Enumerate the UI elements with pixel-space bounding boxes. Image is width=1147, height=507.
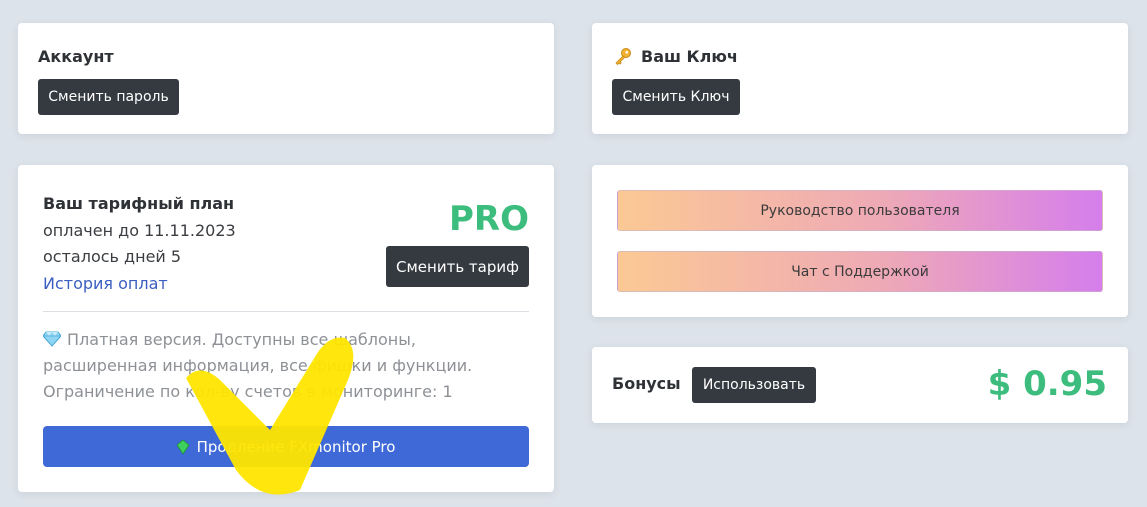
support-chat-button[interactable]: Чат с Поддержкой bbox=[617, 251, 1103, 292]
change-password-button[interactable]: Сменить пароль bbox=[38, 79, 179, 115]
links-card: Руководство пользователя Чат с Поддержко… bbox=[592, 165, 1128, 317]
plan-card: Ваш тарифный план оплачен до 11.11.2023 … bbox=[18, 165, 554, 492]
plan-description: Платная версия. Доступны все шаблоны, ра… bbox=[42, 327, 521, 405]
key-card: Ваш Ключ Сменить Ключ bbox=[592, 23, 1128, 134]
plan-title: Ваш тарифный план bbox=[43, 194, 235, 213]
user-guide-button[interactable]: Руководство пользователя bbox=[617, 190, 1103, 231]
plan-description-text: Платная версия. Доступны все шаблоны, ра… bbox=[43, 330, 473, 401]
paid-until-text: оплачен до 11.11.2023 bbox=[43, 221, 236, 240]
plan-badge: PRO bbox=[448, 199, 529, 239]
diamond-icon bbox=[42, 329, 62, 347]
days-left-text: осталось дней 5 bbox=[43, 247, 182, 266]
key-title: Ваш Ключ bbox=[641, 47, 738, 66]
renew-pro-button[interactable]: Продление FXmonitor Pro bbox=[43, 426, 529, 467]
change-plan-button[interactable]: Сменить тариф bbox=[386, 246, 529, 287]
account-card: Аккаунт Сменить пароль bbox=[18, 23, 554, 134]
bonus-amount: $ 0.95 bbox=[987, 364, 1107, 404]
bonuses-title: Бонусы bbox=[612, 374, 681, 393]
renew-pro-label: Продление FXmonitor Pro bbox=[196, 437, 396, 456]
payment-history-link[interactable]: История оплат bbox=[43, 274, 168, 293]
use-bonus-button[interactable]: Использовать bbox=[692, 367, 816, 403]
account-title: Аккаунт bbox=[38, 47, 114, 66]
key-icon bbox=[613, 47, 633, 67]
gem-icon bbox=[176, 438, 190, 455]
bonuses-card: Бонусы Использовать $ 0.95 bbox=[592, 347, 1128, 423]
divider bbox=[43, 311, 529, 312]
change-key-button[interactable]: Сменить Ключ bbox=[612, 79, 740, 115]
